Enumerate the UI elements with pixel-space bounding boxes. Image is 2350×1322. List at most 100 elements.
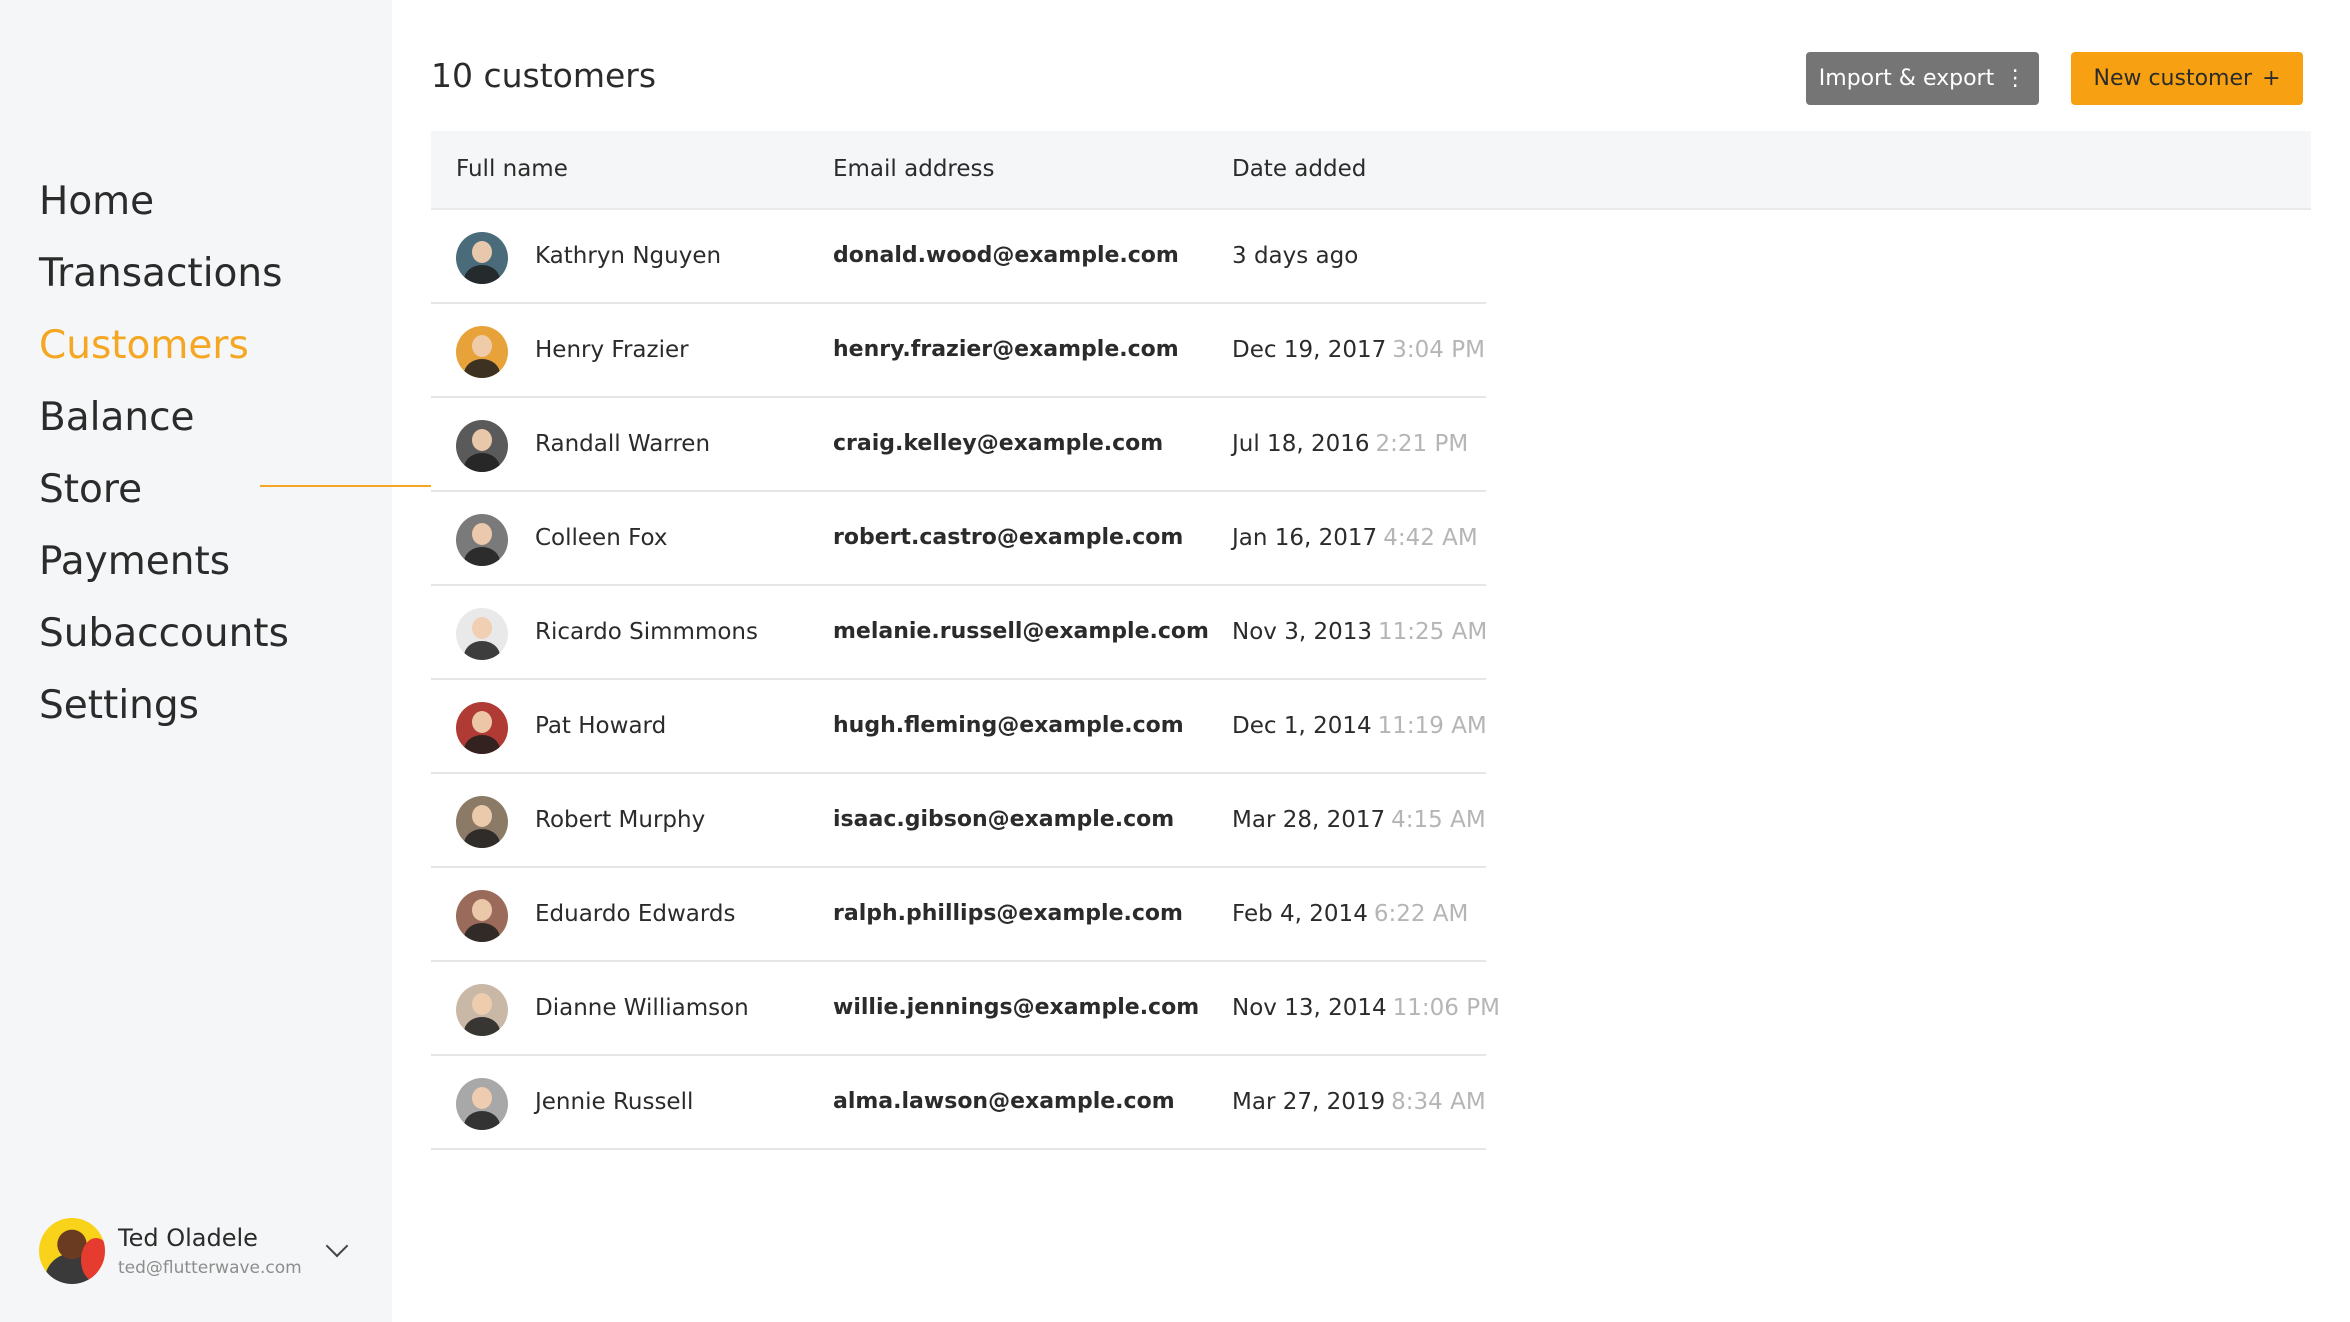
date-added-time: 8:34 AM xyxy=(1391,1089,1486,1115)
date-added: Feb 4, 2014 6:22 AM xyxy=(1232,868,1468,960)
customer-email: henry.frazier@example.com xyxy=(833,337,1179,362)
sidebar-item-home[interactable]: Home xyxy=(39,166,289,238)
customer-email: craig.kelley@example.com xyxy=(833,431,1164,456)
customer-name: Eduardo Edwards xyxy=(535,901,736,927)
date-added-time: 6:22 AM xyxy=(1373,901,1469,927)
avatar xyxy=(39,1218,105,1284)
date-added-date: Jul 18, 2016 xyxy=(1232,431,1370,457)
sidebar-item-label: Home xyxy=(39,179,155,224)
date-added: Dec 1, 2014 11:19 AM xyxy=(1232,680,1487,772)
new-customer-button[interactable]: New customer + xyxy=(2071,52,2303,105)
date-added-date: Nov 3, 2013 xyxy=(1232,619,1372,645)
date-added-date: Jan 16, 2017 xyxy=(1232,525,1378,551)
user-menu[interactable]: Ted Oladele ted@flutterwave.com xyxy=(39,1218,359,1284)
date-added: Mar 28, 2017 4:15 AM xyxy=(1232,774,1486,866)
customers-table: Full name Email address Date added Kathr… xyxy=(431,131,2311,1150)
table-row[interactable]: Randall Warren craig.kelley@example.com Ju… xyxy=(431,398,1486,492)
plus-icon: + xyxy=(2262,66,2281,91)
sidebar-item-label: Customers xyxy=(39,323,249,368)
date-added-time: 2:21 PM xyxy=(1375,431,1469,457)
avatar xyxy=(456,608,508,660)
sidebar-item-store[interactable]: Store xyxy=(39,454,289,526)
date-added-date: Dec 19, 2017 xyxy=(1232,337,1387,363)
table-row[interactable]: Robert Murphy isaac.gibson@example.com Mar… xyxy=(431,774,1486,868)
table-header: Full name Email address Date added xyxy=(431,131,2311,210)
table-row[interactable]: Henry Frazier henry.frazier@example.com De… xyxy=(431,304,1486,398)
customer-name: Pat Howard xyxy=(535,713,667,739)
avatar xyxy=(456,702,508,754)
date-added: 3 days ago xyxy=(1232,210,1364,302)
avatar xyxy=(456,890,508,942)
table-row[interactable]: Dianne Williamson willie.jennings@example… xyxy=(431,962,1500,1056)
avatar xyxy=(456,420,508,472)
table-row[interactable]: Eduardo Edwards ralph.phillips@example.co… xyxy=(431,868,1486,962)
sidebar-item-label: Payments xyxy=(39,539,231,584)
column-header-full-name[interactable]: Full name xyxy=(456,131,568,208)
date-added-time: 3:04 PM xyxy=(1392,337,1485,363)
date-added-date: Mar 27, 2019 xyxy=(1232,1089,1386,1115)
table-row[interactable]: Jennie Russell alma.lawson@example.com Mar… xyxy=(431,1056,1486,1150)
sidebar-item-settings[interactable]: Settings xyxy=(39,670,289,742)
date-added: Nov 3, 2013 11:25 AM xyxy=(1232,586,1487,678)
customer-email: willie.jennings@example.com xyxy=(833,995,1200,1020)
sidebar-nav: Home Transactions Customers Balance Stor… xyxy=(39,166,431,742)
chevron-down-icon[interactable] xyxy=(325,1234,349,1258)
table-body: Kathryn Nguyen donald.wood@example.com 3 d… xyxy=(431,210,2311,1150)
avatar xyxy=(456,1078,508,1130)
column-header-email[interactable]: Email address xyxy=(833,131,994,208)
date-added-date: Nov 13, 2014 xyxy=(1232,995,1387,1021)
date-added-date: Mar 28, 2017 xyxy=(1232,807,1386,833)
avatar xyxy=(456,326,508,378)
date-added-date: 3 days ago xyxy=(1232,243,1359,269)
sidebar-item-customers[interactable]: Customers xyxy=(39,310,431,487)
date-added: Mar 27, 2019 8:34 AM xyxy=(1232,1056,1486,1148)
date-added-date: Dec 1, 2014 xyxy=(1232,713,1372,739)
sidebar-item-payments[interactable]: Payments xyxy=(39,526,289,598)
table-row[interactable]: Kathryn Nguyen donald.wood@example.com 3 d… xyxy=(431,210,1486,304)
column-header-date-added[interactable]: Date added xyxy=(1232,131,1366,208)
customer-name: Colleen Fox xyxy=(535,525,668,551)
date-added: Nov 13, 2014 11:06 PM xyxy=(1232,962,1500,1054)
avatar xyxy=(456,514,508,566)
date-added: Jul 18, 2016 2:21 PM xyxy=(1232,398,1468,490)
new-customer-label: New customer xyxy=(2093,66,2253,91)
sidebar-item-subaccounts[interactable]: Subaccounts xyxy=(39,598,289,670)
table-row[interactable]: Pat Howard hugh.fleming@example.com Dec 1,… xyxy=(431,680,1487,774)
sidebar-item-balance[interactable]: Balance xyxy=(39,382,289,454)
table-row[interactable]: Ricardo Simmmons melanie.russell@example.… xyxy=(431,586,1487,680)
table-row[interactable]: Colleen Fox robert.castro@example.com Jan … xyxy=(431,492,1486,586)
user-email: ted@flutterwave.com xyxy=(118,1258,302,1278)
customer-email: donald.wood@example.com xyxy=(833,243,1179,268)
sidebar-item-label: Balance xyxy=(39,395,195,440)
sidebar: Home Transactions Customers Balance Stor… xyxy=(0,0,431,1322)
more-vertical-icon: ⋮ xyxy=(2004,66,2027,91)
customer-email: robert.castro@example.com xyxy=(833,525,1184,550)
date-added-time: 4:15 AM xyxy=(1391,807,1486,833)
customer-name: Ricardo Simmmons xyxy=(535,619,758,645)
sidebar-item-label: Subaccounts xyxy=(39,611,289,656)
avatar xyxy=(456,984,508,1036)
customer-name: Henry Frazier xyxy=(535,337,689,363)
date-added-time: 11:19 AM xyxy=(1377,713,1487,739)
date-added-time: 11:25 AM xyxy=(1378,619,1488,645)
date-added: Dec 19, 2017 3:04 PM xyxy=(1232,304,1485,396)
customer-name: Randall Warren xyxy=(535,431,711,457)
sidebar-item-label: Settings xyxy=(39,683,199,728)
date-added-time: 4:42 AM xyxy=(1383,525,1478,551)
page-title: 10 customers xyxy=(431,56,657,95)
avatar xyxy=(456,796,508,848)
customer-email: ralph.phillips@example.com xyxy=(833,901,1183,926)
customer-email: hugh.fleming@example.com xyxy=(833,713,1184,738)
sidebar-item-transactions[interactable]: Transactions xyxy=(39,238,289,310)
customer-email: isaac.gibson@example.com xyxy=(833,807,1175,832)
date-added-time: 11:06 PM xyxy=(1392,995,1500,1021)
avatar xyxy=(456,232,508,284)
import-export-label: Import & export xyxy=(1818,66,1995,91)
date-added-date: Feb 4, 2014 xyxy=(1232,901,1368,927)
customer-name: Kathryn Nguyen xyxy=(535,243,722,269)
sidebar-item-label: Transactions xyxy=(39,251,283,296)
date-added: Jan 16, 2017 4:42 AM xyxy=(1232,492,1478,584)
import-export-button[interactable]: Import & export ⋮ xyxy=(1806,52,2039,105)
user-name: Ted Oladele xyxy=(118,1224,258,1252)
customer-email: alma.lawson@example.com xyxy=(833,1089,1175,1114)
